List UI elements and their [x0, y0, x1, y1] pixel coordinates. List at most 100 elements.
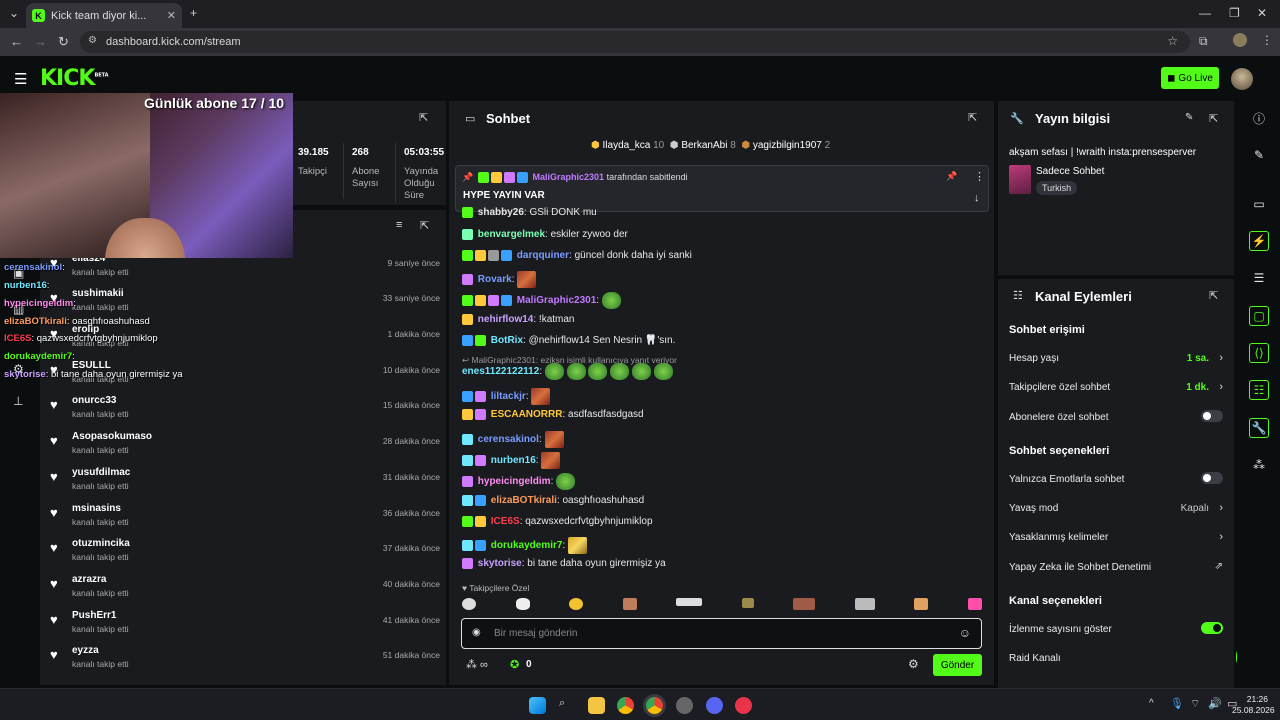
popout-icon[interactable]: ⇱ [1209, 112, 1218, 125]
tray-chevron-icon[interactable]: ^ [1149, 698, 1154, 709]
search-icon[interactable]: ⌕ [559, 697, 576, 714]
url-field[interactable]: ⚙ dashboard.kick.com/stream ☆ [80, 31, 1190, 53]
chat-tools-icon[interactable]: ⁂ ∞ [466, 658, 488, 671]
send-button[interactable]: Gönder [933, 654, 982, 676]
bookmark-star-icon[interactable]: ☆ [1167, 34, 1178, 48]
browser-menu-icon[interactable]: ⋮ [1261, 33, 1273, 47]
emote-image-icon[interactable] [556, 473, 576, 490]
emote-image-icon[interactable] [601, 292, 621, 309]
user-avatar[interactable] [1231, 68, 1253, 90]
chat-username[interactable]: nurben16 [491, 455, 536, 466]
emote-wheel-icon[interactable]: ◉ [472, 627, 481, 638]
network-icon[interactable]: ⌔ [1190, 697, 1200, 711]
chat-message[interactable]: shabby26: GSli DONK mu [462, 207, 597, 218]
profile-avatar-icon[interactable] [1233, 33, 1247, 47]
window-close-icon[interactable]: ✕ [1257, 6, 1267, 20]
site-info-icon[interactable]: ⚙ [88, 35, 97, 46]
emote-penguin-icon[interactable] [515, 598, 530, 610]
clock[interactable]: 21:26 25.08.2026 [1232, 694, 1275, 716]
chat-username[interactable]: ESCAANORRR [491, 409, 563, 420]
actions-tool-icon[interactable]: ☷ [1249, 380, 1269, 400]
chat-input[interactable]: ◉ Bir mesaj gönderin ☺ [461, 618, 982, 649]
chat-message[interactable]: skytorise: bi tane daha oyun girermişiz … [462, 558, 666, 569]
banned-words-row[interactable]: Yasaklanmış kelimeler › [1009, 531, 1223, 543]
filter-icon[interactable]: ≡ [396, 219, 402, 231]
forward-icon[interactable]: → [34, 34, 47, 49]
chat-username[interactable]: skytorise [478, 558, 522, 569]
emote-face-icon[interactable] [622, 598, 637, 610]
gifter-1-name[interactable]: Ilayda_kca [603, 140, 651, 151]
chat-username[interactable]: hypeicingeldim [478, 476, 551, 487]
reload-icon[interactable]: ↻ [58, 34, 69, 50]
wrench-tool-icon[interactable]: 🔧 [1249, 418, 1269, 438]
minimize-icon[interactable]: — [1199, 6, 1211, 20]
emote-ghost-icon[interactable] [462, 598, 476, 610]
chat-icon[interactable]: ▢ [1249, 306, 1269, 326]
file-explorer-icon[interactable] [588, 697, 605, 714]
mic-icon[interactable]: 🎙 [1170, 697, 1184, 710]
popout-icon[interactable]: ⇱ [419, 111, 428, 124]
chat-message[interactable]: nehirflow14: !katman [462, 314, 575, 325]
follower-name[interactable]: yusufdilmac [72, 467, 130, 478]
follower-name[interactable]: sushimakii [72, 288, 124, 299]
emote-cat-icon[interactable] [854, 598, 875, 610]
chat-message[interactable]: dorukaydemir7: [462, 537, 588, 554]
stream-icon[interactable]: ⟨⟩ [1249, 343, 1269, 363]
subs-only-toggle[interactable] [1201, 410, 1223, 422]
slow-mode-row[interactable]: Yavaş mod Kapalı › [1009, 502, 1223, 514]
emote-kid-icon[interactable] [914, 598, 929, 610]
video-icon[interactable]: ▭ [1249, 194, 1269, 214]
chat-username[interactable]: benvargelmek [478, 229, 545, 240]
info-icon[interactable]: ⓘ [1249, 108, 1269, 128]
chat-settings-icon[interactable]: ⚙ [908, 657, 919, 671]
chat-username[interactable]: cerensakinol [478, 434, 539, 445]
emote-image-icon[interactable] [544, 431, 564, 448]
extensions-icon[interactable]: ⧉ [1199, 34, 1208, 49]
chat-username[interactable]: MaliGraphic2301 [517, 295, 596, 306]
account-age-row[interactable]: Hesap yaşı 1 sa. › [1009, 352, 1223, 364]
channel-points-icon[interactable]: ✪ [510, 658, 519, 671]
chat-username[interactable]: BotRix [491, 335, 523, 346]
emote-pink-icon[interactable] [967, 598, 982, 610]
raid-row[interactable]: Raid Kanalı [1009, 653, 1223, 664]
chat-username[interactable]: Rovark [478, 274, 512, 285]
chat-message[interactable]: MaliGraphic2301: [462, 292, 621, 309]
gifter-2-name[interactable]: BerkanAbi [681, 140, 727, 151]
emote-image-icon[interactable] [568, 537, 588, 554]
emote-dino-icon[interactable] [676, 598, 703, 606]
edit-icon[interactable]: ✎ [1185, 112, 1193, 123]
pinned-by-user[interactable]: MaliGraphic2301 [533, 172, 605, 182]
follower-name[interactable]: otuzmincika [72, 538, 130, 549]
popout-icon[interactable]: ⇱ [420, 219, 429, 232]
follower-name[interactable]: msinasins [72, 503, 121, 514]
chat-message[interactable]: ESCAANORRR: asdfasdfasdgasd [462, 409, 644, 420]
show-viewers-toggle[interactable] [1201, 622, 1223, 634]
chat-message[interactable]: nurben16: [462, 452, 561, 469]
chat-username[interactable]: ICE6S [491, 516, 520, 527]
gifter-3-name[interactable]: yagizbilgin1907 [753, 140, 822, 151]
expand-chevron-icon[interactable]: ↓ [974, 192, 980, 204]
volume-icon[interactable]: 🔊 [1208, 697, 1222, 710]
chat-message[interactable]: BotRix: @nehirflow14 Sen Nesrin 🦷'sın. [462, 335, 675, 346]
chat-message[interactable]: darqquiner: güncel donk daha iyi sanki [462, 250, 692, 261]
chrome-icon[interactable] [617, 697, 634, 714]
category-name[interactable]: Sadece Sohbet [1036, 166, 1104, 177]
chrome-active-icon[interactable] [646, 697, 663, 714]
new-tab-icon[interactable]: + [190, 6, 197, 20]
unpin-icon[interactable]: 📌 [946, 171, 957, 182]
creator-icon[interactable]: ⊥ [13, 394, 23, 408]
restore-icon[interactable]: ❐ [1229, 6, 1240, 20]
chat-username[interactable]: shabby26 [478, 207, 524, 218]
emote-image-icon[interactable] [541, 452, 561, 469]
tab-close-icon[interactable]: ✕ [167, 9, 176, 22]
more-options-icon[interactable]: ⋮ [974, 170, 985, 183]
chat-message[interactable]: hypeicingeldim: [462, 473, 576, 490]
emote-image-icon[interactable] [517, 271, 537, 288]
follower-name[interactable]: onurcc33 [72, 395, 116, 406]
back-icon[interactable]: ← [10, 34, 23, 49]
hamburger-menu-icon[interactable]: ☰ [14, 70, 27, 88]
chat-username[interactable]: dorukaydemir7 [491, 540, 563, 551]
app-icon[interactable] [676, 697, 693, 714]
windows-start-icon[interactable] [529, 697, 546, 714]
pencil-icon[interactable]: ✎ [1249, 145, 1269, 165]
